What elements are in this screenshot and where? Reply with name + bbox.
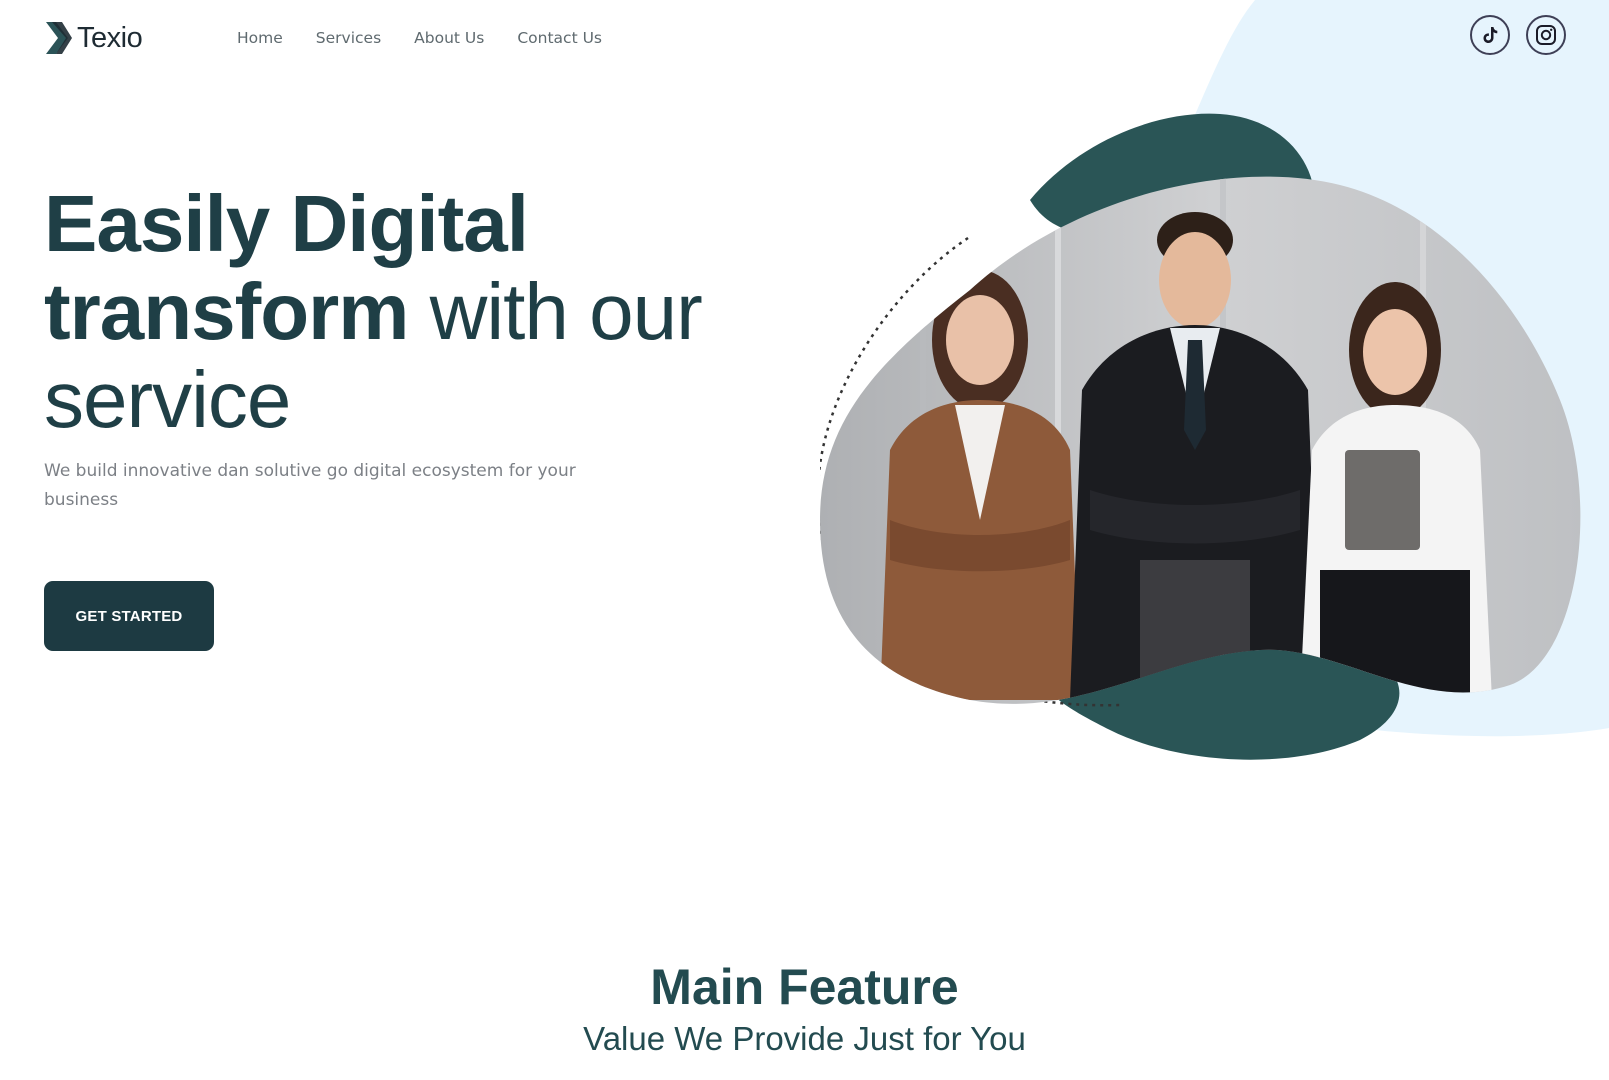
instagram-icon (1536, 25, 1556, 45)
section-subtitle: Value We Provide Just for You (583, 1020, 1026, 1057)
nav-home[interactable]: Home (237, 28, 283, 48)
instagram-button[interactable] (1526, 15, 1566, 55)
hero-illustration (820, 113, 1581, 760)
hero-title-line3: service (44, 355, 291, 444)
tiktok-icon (1483, 27, 1498, 43)
nav-about-us[interactable]: About Us (414, 28, 484, 48)
hero-title-line2-strong: transform (44, 267, 409, 356)
hero-subtitle: We build innovative dan solutive go digi… (44, 461, 576, 510)
main-nav: Home Services About Us Contact Us (237, 28, 635, 48)
hero-title: Easily Digital transform with our servic… (44, 180, 804, 444)
site-header: Texio Home Services About Us Contact Us (0, 0, 1609, 78)
tiktok-button[interactable] (1470, 15, 1510, 55)
nav-contact-us[interactable]: Contact Us (517, 28, 602, 48)
team-photo (820, 176, 1581, 704)
section-title: Main Feature (650, 959, 959, 1015)
hero-title-line1: Easily Digital (44, 179, 529, 268)
brand-name: Texio (77, 21, 143, 54)
hero-title-line2-rest: with our (408, 267, 703, 356)
get-started-button[interactable]: GET STARTED (44, 581, 214, 651)
nav-services[interactable]: Services (316, 28, 381, 48)
brand-logo[interactable]: Texio (44, 18, 143, 58)
chevron-logo-icon (46, 22, 72, 54)
